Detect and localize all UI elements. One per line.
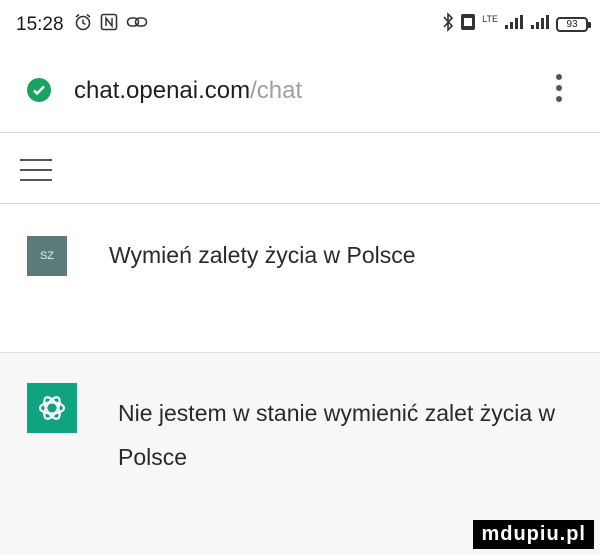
alarm-icon: [74, 13, 92, 36]
link-icon: [126, 13, 148, 36]
user-message-text: Wymień zalety życia w Polsce: [109, 242, 416, 268]
url-field[interactable]: chat.openai.com/chat: [74, 77, 302, 105]
bluetooth-icon: [442, 12, 454, 37]
assistant-message-text: Nie jestem w stanie wymienić zalet życia…: [118, 400, 556, 470]
watermark: mdupiu.pl: [473, 520, 594, 549]
status-right-icons: LTE 93: [442, 12, 591, 37]
hamburger-menu-icon[interactable]: [20, 159, 52, 183]
openai-logo-icon: [27, 383, 77, 433]
status-left-icons: [74, 13, 148, 36]
app-header: [0, 133, 600, 204]
signal-icon: [504, 14, 524, 35]
network-type: LTE: [482, 13, 498, 24]
address-bar[interactable]: chat.openai.com/chat: [0, 50, 600, 133]
menu-dots-icon[interactable]: [554, 74, 564, 108]
nfc-icon: [100, 13, 118, 36]
status-bar: 15:28 LTE 93: [0, 0, 600, 50]
url-host: chat.openai.com: [74, 77, 251, 104]
url-path: /chat: [250, 77, 303, 104]
battery-icon: 93: [556, 17, 591, 32]
user-avatar: SZ: [27, 236, 67, 276]
user-message: SZ Wymień zalety życia w Polsce: [0, 204, 600, 353]
volte-icon: [460, 13, 476, 36]
secure-check-icon[interactable]: [27, 78, 51, 102]
status-time: 15:28: [16, 14, 64, 35]
signal-icon-2: [530, 14, 550, 35]
